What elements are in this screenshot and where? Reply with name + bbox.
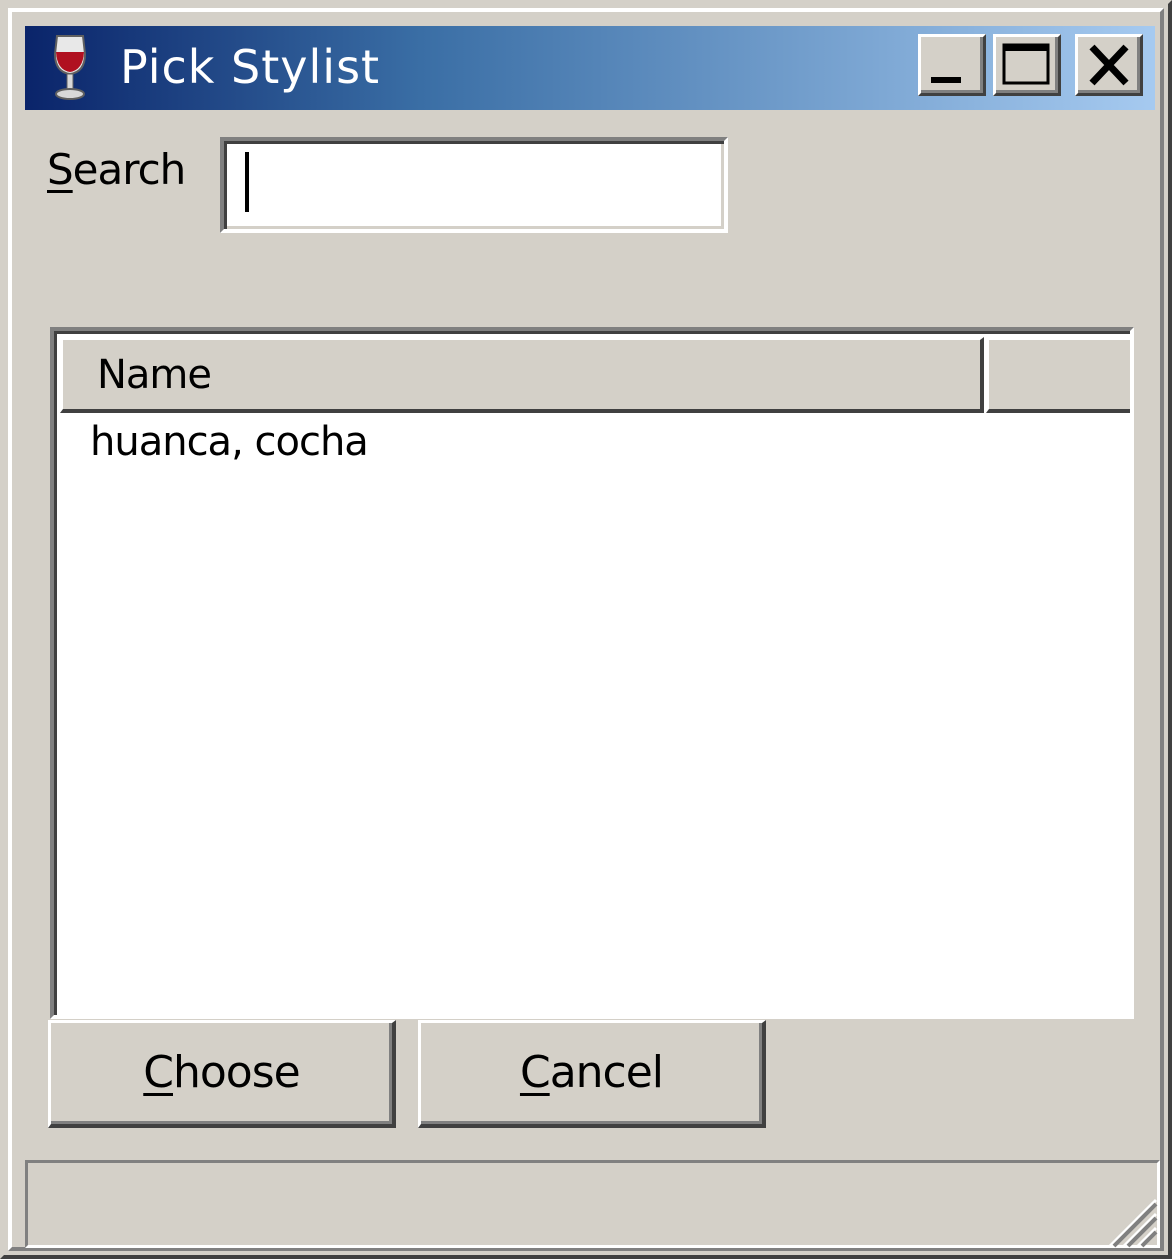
wine-glass-icon xyxy=(45,32,95,104)
choose-button[interactable]: Choose xyxy=(48,1020,396,1128)
search-input[interactable] xyxy=(220,137,728,233)
choose-button-accelerator: C xyxy=(143,1047,174,1098)
list-rows: huanca, cocha xyxy=(60,417,1130,467)
column-header-extra[interactable] xyxy=(986,337,1130,413)
maximize-button[interactable] xyxy=(993,34,1061,96)
text-caret xyxy=(245,152,249,212)
cancel-button[interactable]: Cancel xyxy=(418,1020,766,1128)
search-label: Search xyxy=(47,145,187,194)
choose-button-label: hoose xyxy=(173,1047,301,1098)
list-header: Name xyxy=(60,337,1130,413)
status-bar xyxy=(25,1160,1160,1248)
search-label-accelerator: S xyxy=(47,145,74,194)
search-label-text: earch xyxy=(72,145,187,194)
stylist-list[interactable]: Name huanca, cocha xyxy=(50,327,1134,1019)
window-title: Pick Stylist xyxy=(120,40,381,94)
cancel-button-label: ancel xyxy=(549,1047,664,1098)
close-button[interactable] xyxy=(1075,34,1143,96)
column-header-name[interactable]: Name xyxy=(60,337,984,413)
list-item[interactable]: huanca, cocha xyxy=(60,417,1130,467)
cancel-button-accelerator: C xyxy=(519,1047,551,1098)
minimize-button[interactable] xyxy=(918,34,986,96)
resize-grip-icon[interactable] xyxy=(1100,1190,1160,1250)
title-bar[interactable]: Pick Stylist xyxy=(25,26,1155,110)
